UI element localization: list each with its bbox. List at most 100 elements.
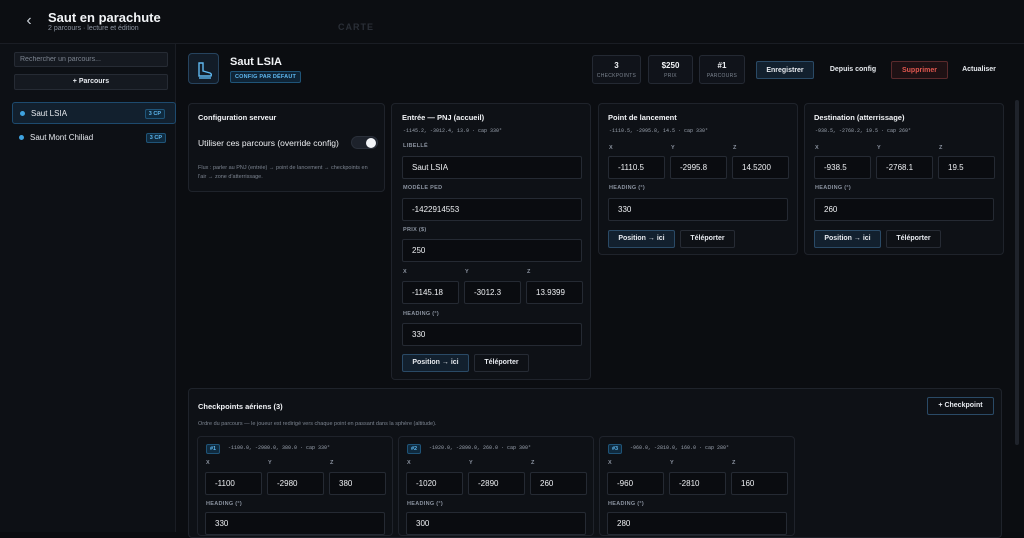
x-label: X — [206, 460, 210, 466]
heading-input[interactable]: 330 — [608, 198, 788, 221]
server-config-title: Configuration serveur — [198, 113, 277, 122]
position-here-button[interactable]: Position → ici — [608, 230, 675, 248]
heading-input[interactable]: 260 — [814, 198, 994, 221]
back-icon[interactable]: ‹ — [20, 12, 38, 30]
heading-label: HEADING (°) — [609, 185, 646, 191]
model-input[interactable]: -1422914553 — [402, 198, 582, 221]
y-label: Y — [670, 460, 674, 466]
checkpoint-badge: #1 — [206, 444, 221, 454]
y-label: Y — [877, 145, 881, 151]
z-input[interactable]: 19.5 — [938, 156, 995, 179]
stat-value: #1 — [717, 61, 727, 70]
z-input[interactable]: 260 — [530, 472, 587, 495]
heading-label: HEADING (°) — [407, 501, 444, 507]
save-button[interactable]: Enregistrer — [756, 61, 814, 79]
sidebar-item-label: Saut LSIA — [31, 109, 68, 118]
destination-coords: -938.5, -2768.2, 19.5 · cap 260° — [815, 128, 912, 134]
teleport-button[interactable]: Téléporter — [680, 230, 735, 248]
model-field-label: MODÈLE PED — [403, 185, 443, 191]
launch-title: Point de lancement — [608, 113, 677, 122]
checkpoint-badge: #3 — [608, 444, 623, 454]
y-input[interactable]: -2768.1 — [876, 156, 933, 179]
stat-checkpoints: 3 CHECKPOINTS — [592, 55, 641, 84]
delete-button[interactable]: Supprimer — [891, 61, 948, 79]
stat-parcours: #1 PARCOURS — [699, 55, 745, 84]
cp-count-badge: 3 CP — [144, 109, 165, 119]
y-label: Y — [469, 460, 473, 466]
y-input[interactable]: -2980 — [267, 472, 324, 495]
stat-label: PRIX — [664, 73, 677, 79]
sidebar-item-saut-lsia[interactable]: Saut LSIA 3 CP — [12, 102, 176, 124]
heading-label: HEADING (°) — [403, 311, 440, 317]
scrollbar[interactable] — [1015, 100, 1019, 445]
status-dot — [19, 135, 24, 140]
label-input[interactable]: Saut LSIA — [402, 156, 582, 179]
checkpoint-badge: #2 — [407, 444, 422, 454]
parachute-boot-icon — [188, 53, 219, 84]
sidebar-item-saut-mont-chiliad[interactable]: Saut Mont Chiliad 3 CP — [12, 127, 176, 149]
z-label: Z — [732, 460, 736, 466]
search-input[interactable] — [14, 52, 168, 67]
z-input[interactable]: 14.5200 — [732, 156, 789, 179]
override-toggle-label: Utiliser ces parcours (override config) — [198, 138, 339, 148]
z-input[interactable]: 160 — [731, 472, 788, 495]
z-input[interactable]: 380 — [329, 472, 386, 495]
teleport-button[interactable]: Téléporter — [474, 354, 529, 372]
map-watermark: CARTE — [338, 22, 374, 32]
app-subtitle: 2 parcours · lecture et édition — [48, 25, 139, 32]
z-label: Z — [531, 460, 535, 466]
y-input[interactable]: -2810 — [669, 472, 726, 495]
z-input[interactable]: 13.9399 — [526, 281, 583, 304]
x-input[interactable]: -960 — [607, 472, 664, 495]
heading-input[interactable]: 330 — [402, 323, 582, 346]
x-input[interactable]: -938.5 — [814, 156, 871, 179]
z-label: Z — [939, 145, 943, 151]
toggle-knob — [366, 138, 376, 148]
override-toggle[interactable] — [351, 136, 378, 149]
add-checkpoint-button[interactable]: + Checkpoint — [927, 397, 994, 415]
checkpoint-coords: -1020.0, -2890.0, 260.0 · cap 300° — [429, 445, 532, 451]
heading-label: HEADING (°) — [608, 501, 645, 507]
stat-value: 3 — [614, 61, 619, 70]
x-input[interactable]: -1110.5 — [608, 156, 665, 179]
x-input[interactable]: -1020 — [406, 472, 463, 495]
entry-coords: -1145.2, -3012.4, 13.9 · cap 330° — [403, 128, 503, 134]
x-input[interactable]: -1145.18 — [402, 281, 459, 304]
page-title: Saut LSIA — [230, 56, 282, 68]
app-title: Saut en parachute — [48, 10, 161, 25]
refresh-button[interactable]: Actualiser — [953, 61, 1005, 79]
cp-count-badge: 3 CP — [145, 133, 166, 143]
entry-title: Entrée — PNJ (accueil) — [402, 113, 485, 122]
z-label: Z — [527, 269, 531, 275]
x-label: X — [403, 269, 407, 275]
z-label: Z — [733, 145, 737, 151]
price-field-label: PRIX ($) — [403, 227, 427, 233]
checkpoints-description: Ordre du parcours — le joueur est rediri… — [198, 421, 437, 427]
default-config-badge: CONFIG PAR DÉFAUT — [230, 71, 302, 83]
position-here-button[interactable]: Position → ici — [402, 354, 469, 372]
teleport-button[interactable]: Téléporter — [886, 230, 941, 248]
flow-description: Flux : parler au PNJ (entrée) → point de… — [198, 165, 368, 180]
y-label: Y — [268, 460, 272, 466]
x-label: X — [609, 145, 613, 151]
y-label: Y — [671, 145, 675, 151]
sidebar-item-label: Saut Mont Chiliad — [30, 133, 94, 142]
position-here-button[interactable]: Position → ici — [814, 230, 881, 248]
stat-prix: $250 PRIX — [648, 55, 693, 84]
add-parcours-button[interactable]: + Parcours — [14, 74, 168, 90]
destination-title: Destination (atterrissage) — [814, 113, 905, 122]
y-input[interactable]: -2995.8 — [670, 156, 727, 179]
heading-label: HEADING (°) — [815, 185, 852, 191]
launch-coords: -1110.5, -2995.8, 14.5 · cap 330° — [609, 128, 709, 134]
stat-value: $250 — [661, 61, 680, 70]
x-input[interactable]: -1100 — [205, 472, 262, 495]
heading-label: HEADING (°) — [206, 501, 243, 507]
y-input[interactable]: -2890 — [468, 472, 525, 495]
x-label: X — [407, 460, 411, 466]
checkpoint-coords: -1100.0, -2980.0, 380.0 · cap 330° — [228, 445, 331, 451]
checkpoint-coords: -960.0, -2810.0, 160.0 · cap 280° — [630, 445, 730, 451]
status-dot — [20, 111, 25, 116]
price-input[interactable]: 250 — [402, 239, 582, 262]
y-input[interactable]: -3012.3 — [464, 281, 521, 304]
from-config-button[interactable]: Depuis config — [820, 61, 886, 79]
